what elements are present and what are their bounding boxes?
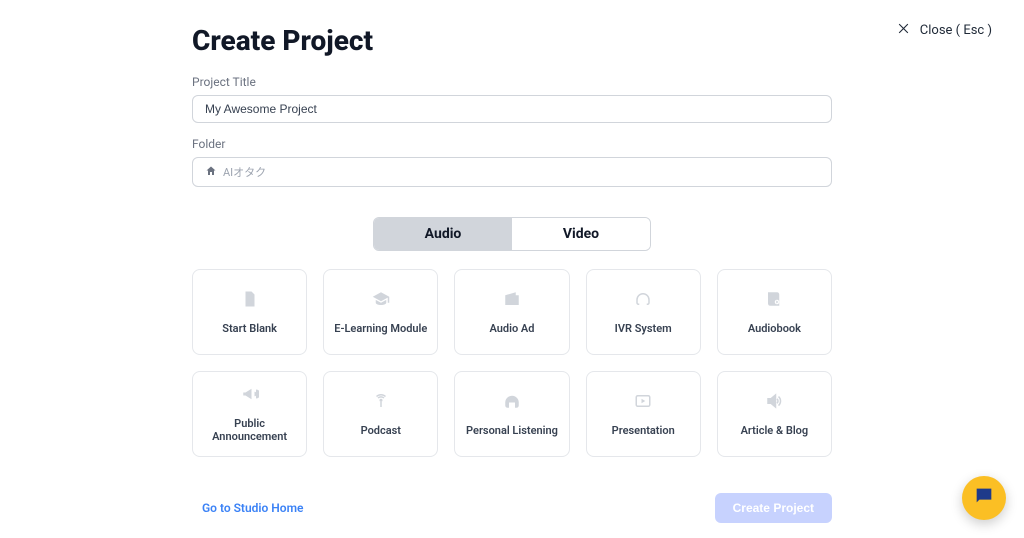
- card-ivr[interactable]: IVR System: [586, 269, 701, 355]
- card-label: E-Learning Module: [328, 322, 433, 335]
- page-title: Create Project: [192, 24, 832, 57]
- project-title-group: Project Title: [192, 75, 832, 123]
- chat-widget-button[interactable]: [962, 476, 1006, 520]
- card-label: Presentation: [606, 424, 681, 437]
- card-audio-ad[interactable]: Audio Ad: [454, 269, 569, 355]
- studio-home-link[interactable]: Go to Studio Home: [192, 501, 303, 515]
- home-icon: [205, 165, 217, 180]
- card-label: Audiobook: [742, 322, 807, 335]
- create-project-button[interactable]: Create Project: [715, 493, 832, 523]
- tab-audio[interactable]: Audio: [374, 218, 512, 250]
- card-label: Article & Blog: [735, 424, 815, 437]
- file-icon: [241, 290, 259, 308]
- type-tabs: Audio Video: [373, 217, 651, 251]
- headset-icon: [634, 290, 652, 308]
- close-button[interactable]: Close ( Esc ): [897, 22, 992, 39]
- tab-video[interactable]: Video: [512, 218, 650, 250]
- headphones-icon: [503, 392, 521, 410]
- radio-icon: [503, 290, 521, 308]
- card-elearning[interactable]: E-Learning Module: [323, 269, 438, 355]
- broadcast-icon: [372, 392, 390, 410]
- card-presentation[interactable]: Presentation: [586, 371, 701, 457]
- card-public-announcement[interactable]: Public Announcement: [192, 371, 307, 457]
- card-start-blank[interactable]: Start Blank: [192, 269, 307, 355]
- card-personal-listening[interactable]: Personal Listening: [454, 371, 569, 457]
- card-podcast[interactable]: Podcast: [323, 371, 438, 457]
- project-title-input[interactable]: [192, 95, 832, 123]
- play-square-icon: [634, 392, 652, 410]
- folder-label: Folder: [192, 137, 832, 151]
- folder-value: AIオタク: [223, 164, 266, 180]
- folder-select[interactable]: AIオタク: [192, 157, 832, 187]
- template-grid: Start Blank E-Learning Module Audio Ad I…: [192, 269, 832, 457]
- create-project-modal: Create Project Project Title Folder AIオタ…: [192, 0, 832, 523]
- card-label: Public Announcement: [193, 417, 306, 443]
- book-audio-icon: [765, 290, 783, 308]
- chat-icon: [973, 485, 995, 511]
- card-label: Podcast: [355, 424, 407, 437]
- modal-footer: Go to Studio Home Create Project: [192, 493, 832, 523]
- close-icon: [897, 22, 910, 39]
- graduation-icon: [372, 290, 390, 308]
- card-label: Audio Ad: [484, 322, 541, 335]
- card-label: IVR System: [609, 322, 678, 335]
- card-article-blog[interactable]: Article & Blog: [717, 371, 832, 457]
- volume-icon: [765, 392, 783, 410]
- card-label: Start Blank: [216, 322, 283, 335]
- folder-group: Folder AIオタク: [192, 137, 832, 187]
- card-audiobook[interactable]: Audiobook: [717, 269, 832, 355]
- project-title-label: Project Title: [192, 75, 832, 89]
- card-label: Personal Listening: [460, 424, 564, 437]
- close-label: Close ( Esc ): [920, 23, 992, 38]
- megaphone-icon: [241, 385, 259, 403]
